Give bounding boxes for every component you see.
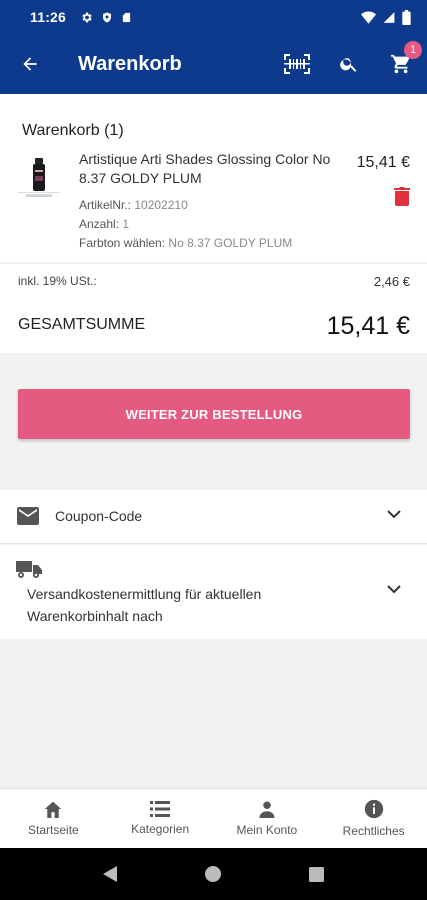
list-icon: [150, 801, 171, 817]
tax-label: inkl. 19% USt.:: [18, 274, 97, 288]
total-value: 15,41 €: [326, 312, 410, 340]
home-icon: [45, 801, 62, 818]
app-bar-actions: 1: [271, 34, 427, 94]
status-bar: 11:26: [0, 0, 427, 34]
product-price: 15,41 €: [356, 154, 410, 171]
sd-card-icon: [122, 12, 131, 22]
back-button[interactable]: [0, 34, 60, 94]
order-summary: inkl. 19% USt.: 2,46 € GESAMTSUMME 15,41…: [0, 264, 427, 353]
quantity-value: 1: [122, 217, 130, 231]
status-icons-right: [361, 9, 411, 25]
article-number-row: ArtikelNr.: 10202210: [79, 198, 188, 212]
barcode-scan-button[interactable]: [271, 34, 323, 94]
battery-icon: [402, 9, 411, 25]
quantity-label: Anzahl:: [79, 217, 120, 231]
product-name[interactable]: Artistique Arti Shades Glossing Color No…: [79, 150, 337, 188]
article-number-value: 10202210: [134, 198, 188, 212]
nav-label: Rechtliches: [342, 824, 405, 838]
bottom-navigation: Startseite Kategorien Mein Konto Rechtli…: [0, 788, 427, 848]
person-icon: [259, 801, 275, 818]
system-home-icon[interactable]: [205, 866, 221, 882]
app-bar: Warenkorb 1: [0, 34, 427, 94]
shipping-estimate-label: Versandkostenermittlung für aktuellen Wa…: [27, 586, 262, 624]
mail-icon: [17, 507, 39, 525]
nav-label: Mein Konto: [236, 823, 298, 837]
quantity-row: Anzahl: 1: [79, 217, 129, 231]
delete-item-button[interactable]: [393, 185, 411, 207]
system-back-icon[interactable]: [103, 866, 117, 882]
chevron-down-icon: [387, 510, 401, 519]
back-arrow-icon: [23, 57, 37, 71]
truck-icon: [16, 561, 42, 578]
settings-icon: [82, 12, 92, 22]
shield-icon: [103, 12, 112, 22]
trash-icon: [394, 187, 410, 206]
search-icon: [340, 58, 357, 72]
nav-item-rechtliches[interactable]: Rechtliches: [320, 789, 427, 848]
total-label: GESAMTSUMME: [18, 316, 146, 333]
tax-value: 2,46 €: [373, 274, 410, 289]
coupon-code-row[interactable]: Coupon-Code: [0, 490, 427, 544]
shade-value: No 8.37 GOLDY PLUM: [168, 236, 293, 250]
cart-count-badge: 1: [404, 41, 422, 59]
article-number-label: ArtikelNr.:: [79, 198, 132, 212]
barcode-scan-icon: [284, 54, 310, 74]
wifi-icon: [361, 11, 376, 24]
nav-item-mein-konto[interactable]: Mein Konto: [214, 789, 321, 848]
signal-icon: [383, 11, 395, 23]
cart-card: Warenkorb (1) Artistique Arti Shades Glo…: [0, 94, 427, 262]
coupon-code-label: Coupon-Code: [55, 508, 143, 524]
shade-row: Farbton wählen: No 8.37 GOLDY PLUM: [79, 236, 292, 250]
nav-label: Startseite: [28, 823, 79, 837]
info-icon: [364, 799, 383, 819]
cart-heading: Warenkorb (1): [22, 122, 124, 139]
shipping-estimate-row[interactable]: Versandkostenermittlung für aktuellen Wa…: [0, 545, 427, 639]
search-button[interactable]: [323, 34, 375, 94]
nav-label: Kategorien: [131, 822, 190, 836]
product-image[interactable]: [18, 156, 60, 200]
system-recents-icon[interactable]: [309, 866, 324, 882]
system-navigation-bar: [0, 848, 427, 900]
nav-item-kategorien[interactable]: Kategorien: [107, 789, 214, 848]
cart-button[interactable]: 1: [375, 34, 427, 94]
checkout-button[interactable]: WEITER ZUR BESTELLUNG: [18, 389, 410, 439]
page-title: Warenkorb: [78, 52, 182, 75]
chevron-down-icon: [387, 585, 401, 594]
nav-item-startseite[interactable]: Startseite: [0, 789, 107, 848]
shade-label: Farbton wählen:: [79, 236, 166, 250]
status-icons-left: [80, 11, 132, 24]
status-time: 11:26: [30, 9, 67, 25]
